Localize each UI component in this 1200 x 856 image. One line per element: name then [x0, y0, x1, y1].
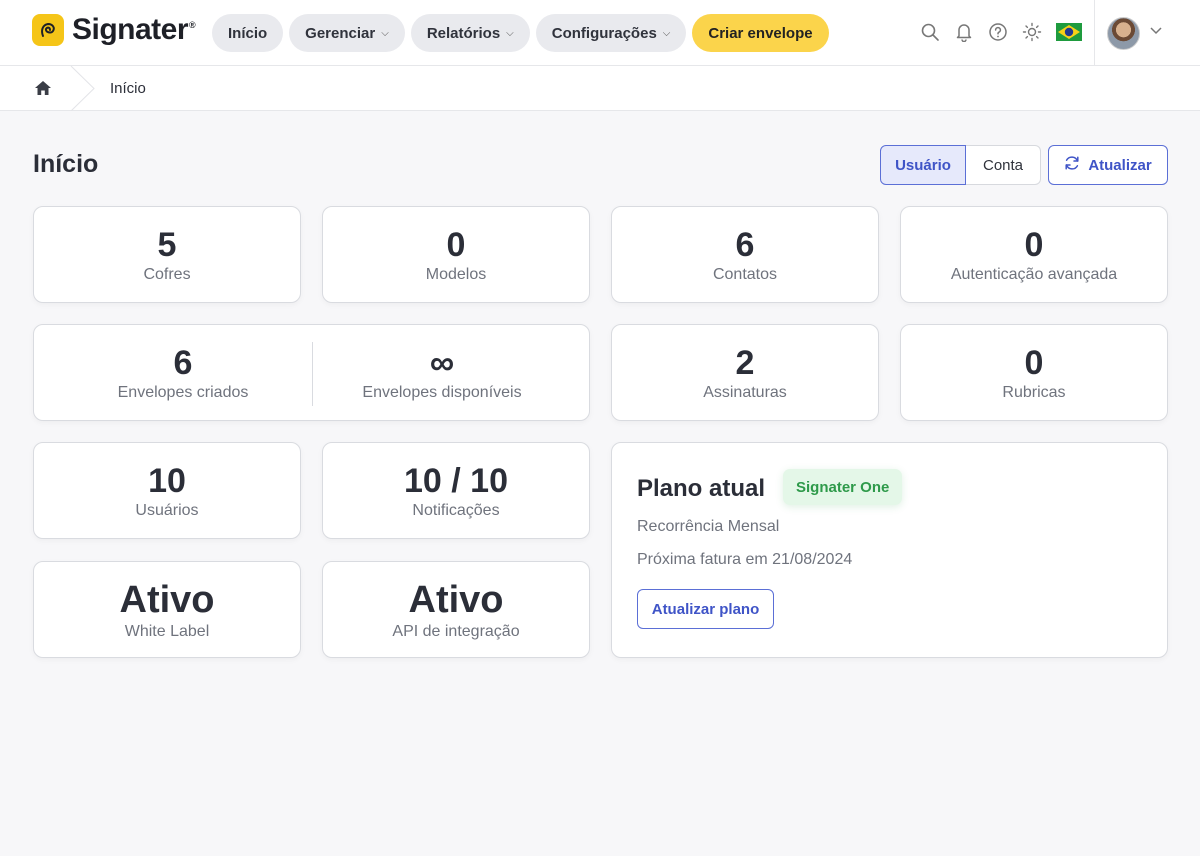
stat-card-contatos[interactable]: 6 Contatos [611, 206, 879, 303]
nav-gerenciar-label: Gerenciar [305, 24, 376, 42]
stat-label: White Label [124, 622, 210, 640]
brazil-flag-icon[interactable] [1056, 23, 1082, 41]
stat-label: Notificações [412, 501, 500, 519]
stat-label: Assinaturas [703, 383, 787, 401]
stat-card-cofres[interactable]: 5 Cofres [33, 206, 301, 303]
search-icon[interactable] [920, 20, 940, 44]
stat-value: 6 [173, 343, 193, 382]
help-icon[interactable] [988, 20, 1008, 44]
nav-inicio-button[interactable]: Início [212, 14, 284, 52]
envelopes-created[interactable]: 6 Envelopes criados [34, 325, 332, 420]
topbar-divider [1094, 0, 1095, 66]
topbar-actions [920, 20, 1082, 44]
stat-value: 0 [446, 225, 466, 264]
stat-value: Ativo [408, 578, 504, 621]
nav-relatorios-label: Relatórios [426, 24, 501, 42]
stat-value: 0 [1024, 343, 1044, 382]
stat-card-envelopes: 6 Envelopes criados ∞ Envelopes disponív… [33, 324, 590, 421]
page-title: Início [33, 150, 99, 178]
stat-value: 10 / 10 [404, 461, 508, 500]
stat-card-notificacoes[interactable]: 10 / 10 Notificações [322, 442, 590, 539]
plan-next-invoice: Próxima fatura em 21/08/2024 [637, 551, 853, 568]
home-icon[interactable] [34, 80, 52, 96]
nav-configuracoes-button[interactable]: Configurações ⌵ [535, 14, 687, 52]
nav-inicio-label: Início [228, 24, 268, 42]
stat-label: Autenticação avançada [950, 265, 1118, 283]
top-navbar: Signater® Início Gerenciar ⌵ Relatórios ⌵ … [0, 0, 1200, 66]
stat-label: Usuários [135, 501, 199, 519]
stat-label: Rubricas [1002, 383, 1066, 401]
stat-card-white-label[interactable]: Ativo White Label [33, 561, 301, 658]
toggle-usuario-button[interactable]: Usuário [880, 145, 966, 185]
main-nav: Início Gerenciar ⌵ Relatórios ⌵ Configuraç… [212, 14, 829, 52]
nav-configuracoes-label: Configurações [551, 24, 657, 42]
create-envelope-label: Criar envelope [708, 24, 813, 42]
envelopes-available[interactable]: ∞ Envelopes disponíveis [312, 325, 572, 420]
stat-label: Envelopes disponíveis [362, 383, 522, 401]
scope-toggle: Usuário Conta [880, 145, 1041, 185]
bell-icon[interactable] [954, 20, 974, 44]
toggle-conta-button[interactable]: Conta [966, 145, 1041, 185]
stat-value: 0 [1024, 225, 1044, 264]
breadcrumb: Início [0, 65, 1200, 112]
breadcrumb-current[interactable]: Início [110, 80, 146, 97]
stat-card-autenticacao[interactable]: 0 Autenticação avançada [900, 206, 1168, 303]
sun-icon[interactable] [1022, 20, 1042, 44]
stat-card-rubricas[interactable]: 0 Rubricas [900, 324, 1168, 421]
plan-badge: Signater One [783, 469, 903, 505]
stat-card-usuarios[interactable]: 10 Usuários [33, 442, 301, 539]
chevron-down-icon: ⌵ [506, 27, 514, 39]
upgrade-plan-button[interactable]: Atualizar plano [637, 589, 774, 629]
stat-card-modelos[interactable]: 0 Modelos [322, 206, 590, 303]
stat-card-api[interactable]: Ativo API de integração [322, 561, 590, 658]
stat-value: 2 [735, 343, 755, 382]
nav-relatorios-button[interactable]: Relatórios ⌵ [410, 14, 530, 52]
breadcrumb-separator [70, 65, 96, 112]
stat-label: Modelos [425, 265, 487, 283]
user-avatar[interactable] [1107, 17, 1140, 50]
stat-value: 6 [735, 225, 755, 264]
plan-recurrence: Recorrência Mensal [637, 518, 780, 535]
refresh-button[interactable]: Atualizar [1048, 145, 1168, 185]
chevron-down-icon: ⌵ [662, 27, 671, 39]
stat-value: Ativo [119, 578, 215, 621]
refresh-label: Atualizar [1088, 156, 1152, 174]
stat-label: Contatos [712, 265, 778, 283]
fingerprint-icon [32, 14, 64, 46]
chevron-down-icon: ⌵ [381, 27, 389, 39]
plan-title: Plano atual [637, 475, 766, 502]
brand-name: Signater® [72, 13, 196, 46]
stat-label: Envelopes criados [117, 383, 249, 401]
stat-value: 5 [157, 225, 177, 264]
chevron-down-icon[interactable] [1150, 24, 1162, 38]
stat-label: Cofres [143, 265, 191, 283]
create-envelope-button[interactable]: Criar envelope [692, 14, 829, 52]
nav-gerenciar-button[interactable]: Gerenciar ⌵ [289, 14, 405, 52]
stat-card-assinaturas[interactable]: 2 Assinaturas [611, 324, 879, 421]
plan-card: Plano atual Signater One Recorrência Men… [611, 442, 1168, 658]
signater-logo[interactable]: Signater® [32, 13, 196, 47]
stat-value: 10 [148, 461, 186, 500]
infinity-value: ∞ [429, 343, 455, 382]
refresh-icon [1064, 155, 1080, 175]
stat-label: API de integração [392, 622, 520, 640]
